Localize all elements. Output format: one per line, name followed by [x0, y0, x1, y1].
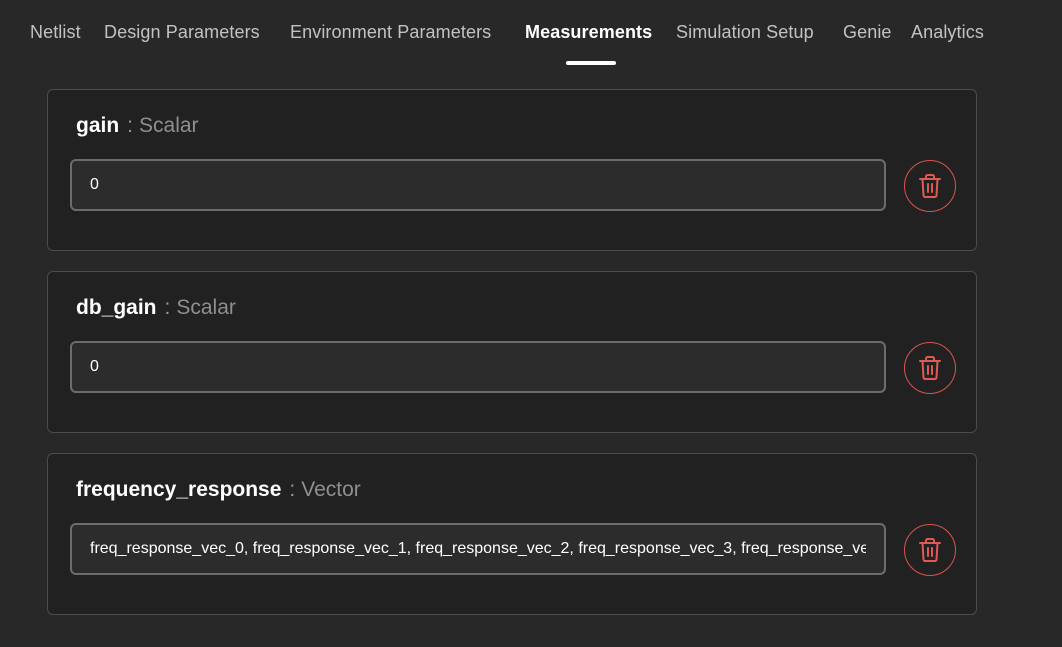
measurement-name: db_gain: [76, 296, 157, 319]
measurement-card-db-gain: db_gain: Scalar: [47, 271, 977, 433]
measurement-separator: :: [289, 478, 296, 501]
delete-measurement-button[interactable]: [904, 342, 956, 394]
measurement-name: gain: [76, 114, 120, 137]
delete-measurement-button[interactable]: [904, 160, 956, 212]
trash-icon: [918, 173, 942, 199]
delete-measurement-button[interactable]: [904, 524, 956, 576]
tab-netlist[interactable]: Netlist: [30, 22, 81, 43]
measurement-type: Scalar: [139, 114, 199, 137]
tab-analytics[interactable]: Analytics: [911, 22, 984, 43]
measurement-separator: :: [164, 296, 171, 319]
tab-measurements[interactable]: Measurements: [525, 22, 652, 43]
measurement-name: frequency_response: [76, 478, 282, 501]
tab-genie[interactable]: Genie: [843, 22, 892, 43]
active-tab-indicator: [566, 61, 616, 65]
tab-environment-parameters[interactable]: Environment Parameters: [290, 22, 491, 43]
trash-icon: [918, 537, 942, 563]
measurement-separator: :: [127, 114, 134, 137]
measurement-type: Vector: [301, 478, 361, 501]
measurement-header: db_gain: Scalar: [76, 296, 236, 320]
measurement-type: Scalar: [176, 296, 236, 319]
tab-simulation-setup[interactable]: Simulation Setup: [676, 22, 814, 43]
measurement-card-frequency-response: frequency_response: Vector: [47, 453, 977, 615]
measurement-value-input[interactable]: [70, 341, 886, 393]
measurement-value-input[interactable]: [70, 159, 886, 211]
measurement-value-input[interactable]: [70, 523, 886, 575]
trash-icon: [918, 355, 942, 381]
tab-bar: Netlist Design Parameters Environment Pa…: [0, 0, 1062, 70]
measurement-card-gain: gain: Scalar: [47, 89, 977, 251]
tab-design-parameters[interactable]: Design Parameters: [104, 22, 260, 43]
measurement-header: frequency_response: Vector: [76, 478, 361, 502]
measurement-header: gain: Scalar: [76, 114, 199, 138]
